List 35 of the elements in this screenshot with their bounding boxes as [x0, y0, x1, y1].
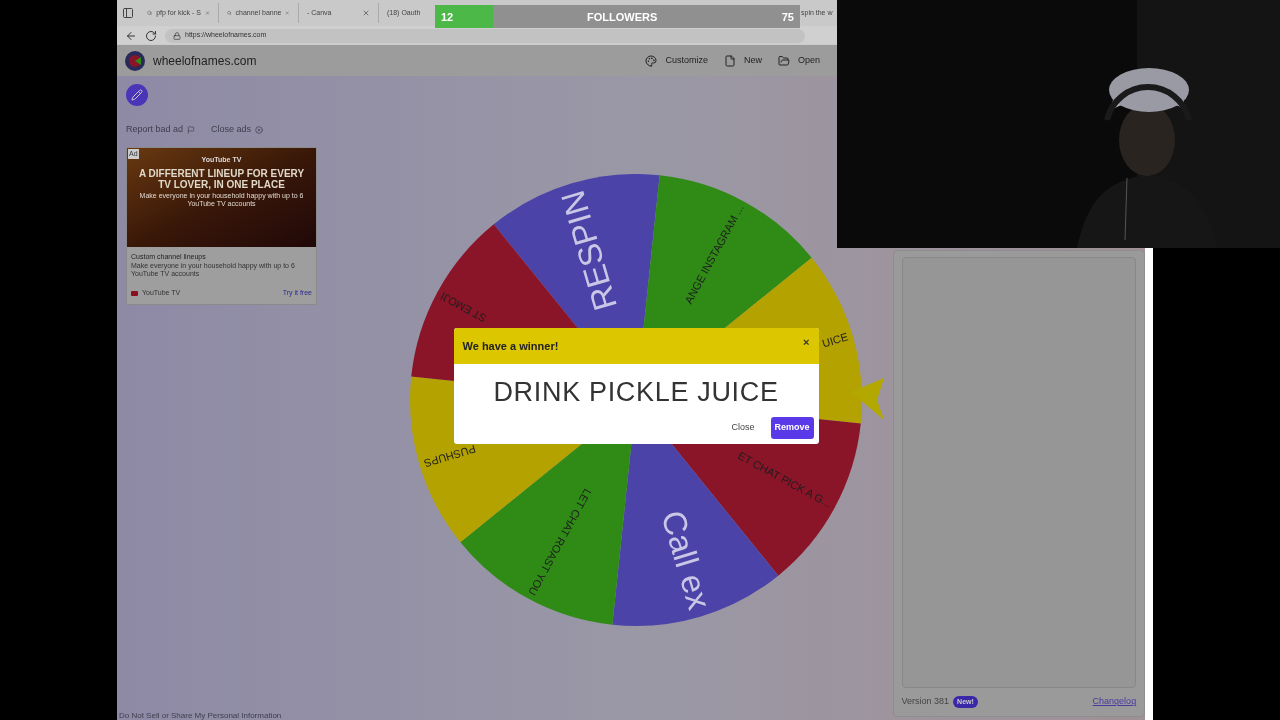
nav-button[interactable]: New — [723, 53, 762, 68]
logo-icon — [125, 50, 145, 71]
reload-icon[interactable] — [145, 29, 157, 42]
nav-button[interactable]: Customize — [645, 53, 708, 68]
close-button[interactable]: Close — [727, 421, 759, 435]
flag-icon — [187, 125, 196, 134]
report-ad-link[interactable]: Report bad ad — [126, 123, 196, 137]
version-label: Version 381 — [901, 695, 950, 709]
sidebar-icon[interactable] — [122, 7, 134, 19]
winner-text: DRINK PICKLE JUICE — [493, 376, 779, 409]
remove-button[interactable]: Remove — [770, 417, 814, 439]
folder-icon — [777, 54, 790, 67]
goal-label: FOLLOWERS — [587, 10, 658, 25]
ad-card[interactable] — [126, 146, 317, 305]
pencil-icon — [131, 89, 143, 101]
goal-count: 75 — [781, 10, 794, 25]
segment-label: UICE — [820, 330, 849, 350]
nav-button[interactable]: Open — [777, 53, 820, 68]
ad-headline: A DIFFERENT LINEUP FOR EVERY TV LOVER, IN ONE PLACE — [137, 168, 306, 190]
pointer-icon — [850, 378, 884, 420]
search-icon — [227, 9, 232, 17]
privacy-link[interactable]: Do Not Sell or Share My Personal Information — [119, 710, 323, 720]
dialog-title: We have a winner! — [462, 338, 559, 354]
file-icon — [723, 54, 736, 67]
site-name[interactable]: wheelofnames.com — [153, 51, 257, 70]
search-icon — [147, 9, 153, 17]
palette-icon — [645, 54, 658, 67]
youtube-icon — [131, 290, 138, 296]
close-ads-link[interactable]: Close ads — [211, 123, 264, 137]
lock-icon — [173, 31, 181, 40]
edit-button[interactable] — [126, 84, 148, 106]
back-icon[interactable] — [125, 29, 137, 42]
segment-label: Call ex — [653, 506, 718, 614]
segment-label: RESPIN — [553, 186, 624, 315]
current-count: 12 — [441, 10, 454, 25]
